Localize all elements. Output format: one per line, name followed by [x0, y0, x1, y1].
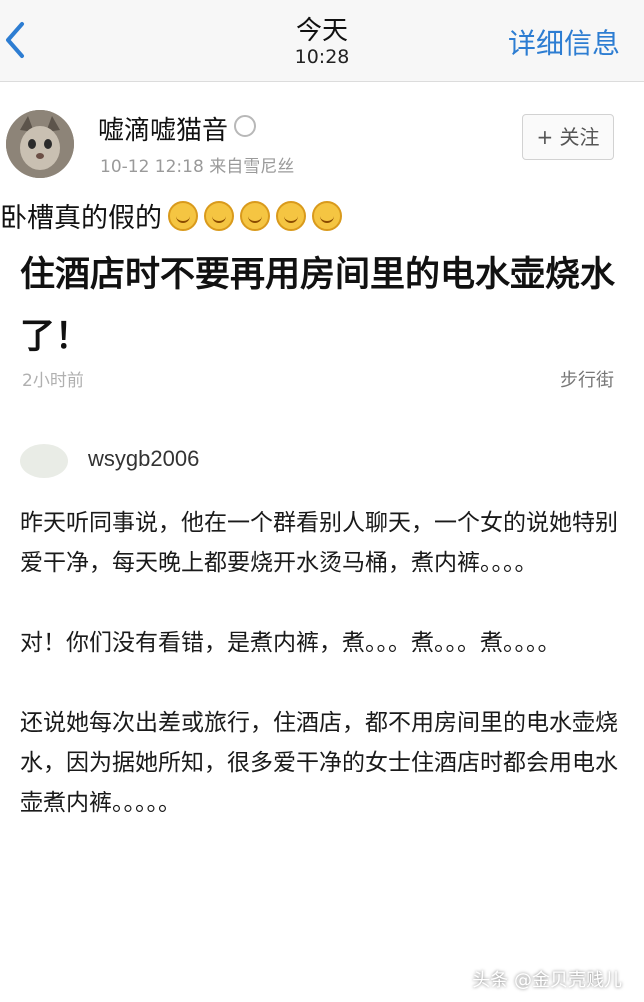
- follow-button[interactable]: + 关注: [522, 114, 614, 160]
- laugh-cry-emoji-icon: [204, 201, 234, 231]
- author-name-text: 嘘滴嘘猫音: [98, 116, 229, 146]
- watermark: 头条 @金贝壳贱儿: [472, 970, 622, 991]
- post-subinfo: 2小时前 步行街: [0, 366, 644, 396]
- navigation-bar: 今天 10:28 详细信息: [0, 0, 644, 82]
- post-intro-text: 卧槽真的假的: [0, 203, 162, 234]
- laugh-cry-emoji-icon: [168, 201, 198, 231]
- commenter-avatar[interactable]: [20, 444, 68, 478]
- detail-info-button[interactable]: 详细信息: [508, 22, 620, 62]
- laugh-cry-emoji-icon: [276, 201, 306, 231]
- laugh-cry-emoji-icon: [240, 201, 270, 231]
- post-header: 嘘滴嘘猫音 10-12 12:18 来自雪尼丝 + 关注: [0, 82, 644, 192]
- comment-paragraph: 还说她每次出差或旅行，住酒店，都不用房间里的电水壶烧水，因为据她所知，很多爱干净…: [20, 710, 618, 816]
- comment-body: 昨天听同事说，他在一个群看别人聊天，一个女的说她特别爱干净，每天晚上都要烧开水烫…: [20, 503, 624, 863]
- laugh-cry-emoji-icon: [312, 201, 342, 231]
- post-age: 2小时前: [22, 371, 84, 391]
- author-name[interactable]: 嘘滴嘘猫音: [98, 110, 257, 147]
- cat-avatar-icon: [6, 110, 74, 178]
- comment-paragraph: 对！你们没有看错，是煮内裤，煮。。。煮。。。煮。。。。: [20, 630, 561, 656]
- level-badge-icon: [234, 115, 257, 137]
- post-intro: 卧槽真的假的: [0, 196, 342, 235]
- post-headline: 住酒店时不要再用房间里的电水壶烧水了！: [20, 255, 616, 357]
- post-source-link[interactable]: 步行街: [560, 366, 614, 392]
- commenter-username[interactable]: wsygb2006: [88, 446, 199, 472]
- comment-paragraph: 昨天听同事说，他在一个群看别人聊天，一个女的说她特别爱干净，每天晚上都要烧开水烫…: [20, 510, 618, 576]
- avatar[interactable]: [6, 110, 74, 178]
- post-meta: 10-12 12:18 来自雪尼丝: [100, 157, 295, 177]
- comment-header: wsygb2006: [0, 436, 644, 486]
